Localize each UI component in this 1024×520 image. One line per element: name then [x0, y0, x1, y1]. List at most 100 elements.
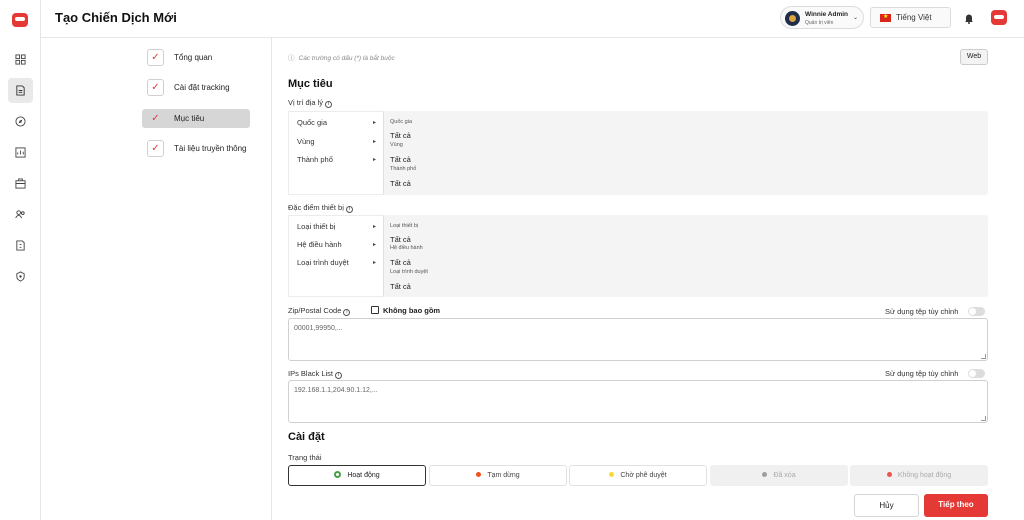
chevron-right-icon: ▸: [373, 242, 377, 248]
bell-icon[interactable]: [963, 12, 975, 24]
exclude-label: Không bao gồm: [383, 306, 441, 315]
ips-custom-file-toggle[interactable]: [968, 369, 985, 378]
country-value[interactable]: Tất cả: [390, 131, 411, 140]
device-type-heading: Loại thiết bị: [390, 223, 419, 229]
status-dot-icon: [476, 472, 482, 477]
zip-textarea[interactable]: 00001,99950,...: [288, 318, 988, 361]
ips-placeholder: 192.168.1.1,204.90.1.12,...: [294, 387, 378, 394]
region-heading: Vùng: [390, 142, 403, 148]
status-dot-icon: [609, 472, 615, 477]
step-target[interactable]: ✓ Mục tiêu: [142, 109, 250, 128]
chevron-right-icon: ▸: [373, 139, 377, 145]
page-title: Tạo Chiến Dịch Mới: [55, 10, 177, 25]
step-label: Tổng quan: [174, 53, 213, 62]
device-label-text: Đặc điểm thiết bị: [288, 203, 344, 212]
browser-heading: Loại trình duyệt: [390, 269, 428, 275]
zip-label: Zip/Postal Code i: [288, 306, 351, 316]
menu-item-city[interactable]: Thành phố: [297, 155, 333, 164]
chevron-down-icon: ⌄: [853, 15, 859, 21]
main-content: ⓘ Các trường có dấu (*) là bắt buộc Web M…: [272, 38, 1024, 520]
brand-logo-icon[interactable]: [991, 10, 1007, 25]
briefcase-icon[interactable]: [8, 171, 33, 196]
status-text: Hoạt động: [347, 472, 380, 479]
device-selector: Loại thiết bị ▸ Hệ điều hành ▸ Loại trìn…: [288, 215, 988, 297]
status-paused-button[interactable]: Tạm dừng: [429, 465, 567, 486]
info-icon: i: [325, 101, 333, 108]
step-overview[interactable]: ✓ Tổng quan: [142, 48, 250, 67]
cancel-button[interactable]: Hủy: [854, 494, 919, 517]
step-label: Mục tiêu: [174, 114, 205, 123]
compass-icon[interactable]: [8, 109, 33, 134]
region-value[interactable]: Tất cả: [390, 155, 411, 164]
section-title-target: Mục tiêu: [288, 78, 333, 90]
status-pending-button[interactable]: Chờ phê duyệt: [569, 465, 707, 486]
zip-placeholder: 00001,99950,...: [294, 325, 343, 332]
web-button[interactable]: Web: [960, 49, 988, 65]
ips-custom-file-label: Sử dụng tệp tùy chỉnh: [885, 369, 959, 378]
chevron-right-icon: ▸: [373, 120, 377, 126]
status-text: Tạm dừng: [487, 472, 520, 479]
device-label: Đặc điểm thiết bị i: [288, 203, 353, 213]
device-menu: Loại thiết bị ▸ Hệ điều hành ▸ Loại trìn…: [288, 215, 384, 297]
user-name: Winnie Admin: [805, 11, 849, 18]
top-header: Tạo Chiến Dịch Mới Winnie Admin Quản trị…: [41, 0, 1024, 38]
next-button[interactable]: Tiếp theo: [924, 494, 988, 517]
city-heading: Thành phố: [390, 166, 417, 172]
menu-item-region[interactable]: Vùng: [297, 137, 315, 146]
section-title-settings: Cài đặt: [288, 431, 325, 443]
shield-icon[interactable]: [8, 264, 33, 289]
language-selector[interactable]: Tiếng Việt: [870, 7, 951, 28]
check-icon: ✓: [147, 110, 164, 127]
invoice-icon[interactable]: [8, 233, 33, 258]
status-dot-icon: [334, 471, 342, 478]
info-icon: i: [345, 206, 353, 213]
chevron-right-icon: ▸: [373, 260, 377, 266]
zip-custom-file-label: Sử dụng tệp tùy chỉnh: [885, 307, 959, 316]
location-label: Vị trí địa lý i: [288, 98, 333, 108]
os-heading: Hệ điều hành: [390, 245, 423, 251]
zip-label-text: Zip/Postal Code: [288, 306, 342, 315]
status-text: Chờ phê duyệt: [620, 472, 667, 479]
browser-value[interactable]: Tất cả: [390, 282, 411, 291]
check-icon: ✓: [147, 49, 164, 66]
resize-handle-icon[interactable]: [981, 416, 986, 421]
vietnam-flag-icon: [880, 13, 891, 22]
info-icon: i: [335, 372, 343, 379]
status-active-button[interactable]: Hoạt động: [288, 465, 426, 486]
zip-custom-file-toggle[interactable]: [968, 307, 985, 316]
steps-panel: ✓ Tổng quan ✓ Cài đặt tracking ✓ Mục tiê…: [41, 38, 272, 520]
country-heading: Quốc gia: [390, 119, 413, 125]
menu-item-browser[interactable]: Loại trình duyệt: [297, 258, 349, 267]
user-role: Quản trị viên: [805, 20, 834, 26]
location-selector: Quốc gia ▸ Vùng ▸ Thành phố ▸ Quốc gia T…: [288, 111, 988, 195]
status-text: Không hoạt động: [897, 472, 952, 479]
user-menu-button[interactable]: Winnie Admin Quản trị viên ⌄: [780, 6, 864, 29]
report-chart-icon[interactable]: [8, 140, 33, 165]
step-media-documents[interactable]: ✓ Tài liệu truyền thông: [142, 139, 250, 158]
menu-item-country[interactable]: Quốc gia: [297, 118, 327, 127]
language-label: Tiếng Việt: [896, 13, 932, 22]
check-icon: ✓: [147, 140, 164, 157]
location-menu: Quốc gia ▸ Vùng ▸ Thành phố ▸: [288, 111, 384, 195]
campaign-document-icon[interactable]: [8, 78, 33, 103]
location-label-text: Vị trí địa lý: [288, 98, 324, 107]
brand-logo-icon[interactable]: [12, 13, 28, 27]
status-deleted-button: Đã xóa: [710, 465, 848, 486]
city-value[interactable]: Tất cả: [390, 179, 411, 188]
users-icon[interactable]: [8, 202, 33, 227]
ips-textarea[interactable]: 192.168.1.1,204.90.1.12,...: [288, 380, 988, 423]
device-type-value[interactable]: Tất cả: [390, 235, 411, 244]
os-value[interactable]: Tất cả: [390, 258, 411, 267]
avatar: [785, 11, 800, 26]
info-icon: ⓘ: [288, 55, 295, 62]
check-icon: ✓: [147, 79, 164, 96]
dashboard-icon[interactable]: [8, 47, 33, 72]
menu-item-os[interactable]: Hệ điều hành: [297, 240, 342, 249]
ips-label: IPs Black List i: [288, 369, 343, 379]
required-note-text: Các trường có dấu (*) là bắt buộc: [298, 55, 395, 62]
step-tracking-settings[interactable]: ✓ Cài đặt tracking: [142, 78, 250, 97]
resize-handle-icon[interactable]: [981, 354, 986, 359]
menu-item-device-type[interactable]: Loại thiết bị: [297, 222, 335, 231]
exclude-checkbox[interactable]: [371, 306, 379, 314]
left-nav: [0, 0, 41, 520]
